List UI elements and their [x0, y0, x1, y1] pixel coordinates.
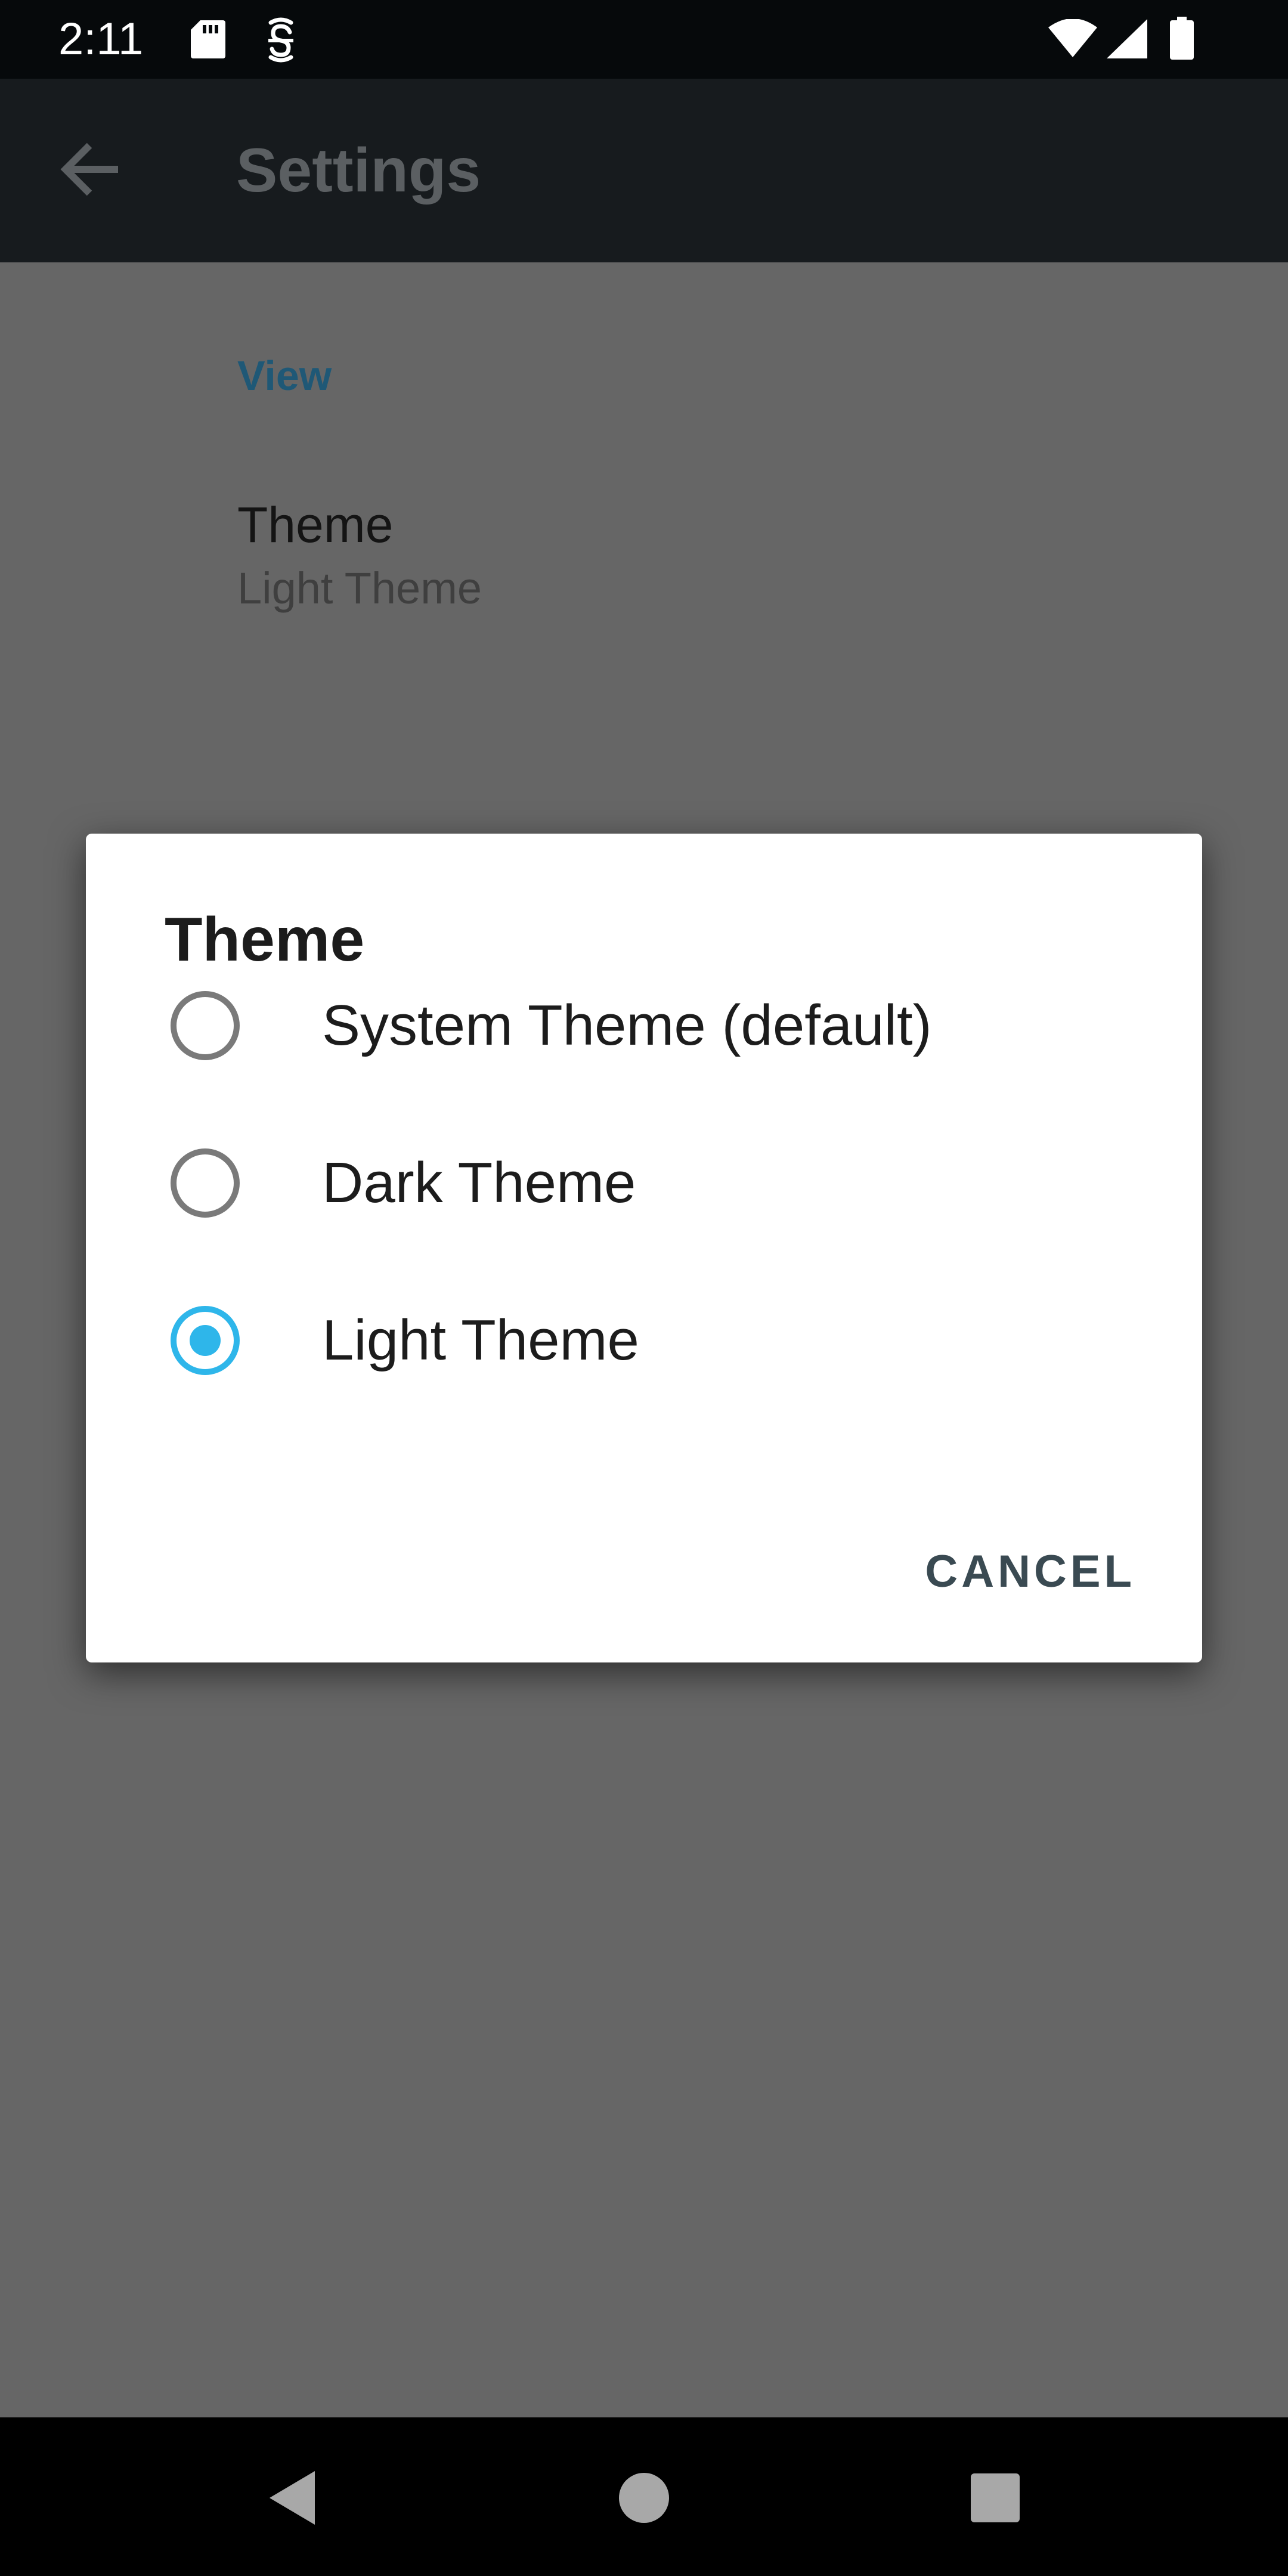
- option-system-theme[interactable]: System Theme (default): [86, 947, 1202, 1104]
- radio-button[interactable]: [171, 991, 240, 1060]
- sd-card-icon: [191, 20, 225, 58]
- page-title: Settings: [236, 136, 481, 205]
- radio-button[interactable]: [171, 1148, 240, 1218]
- battery-icon: [1170, 17, 1194, 60]
- nav-home-icon[interactable]: [599, 2453, 689, 2543]
- radio-selected-dot: [190, 1325, 221, 1356]
- option-label: Light Theme: [322, 1308, 639, 1372]
- cancel-button[interactable]: CANCEL: [918, 1536, 1143, 1608]
- arrow-back-icon: [60, 143, 118, 196]
- theme-dialog: Theme System Theme (default) Dark Theme …: [86, 834, 1202, 1662]
- nav-back-icon[interactable]: [246, 2453, 335, 2543]
- theme-preference-summary: Light Theme: [237, 564, 482, 613]
- section-header-view: View: [237, 352, 332, 399]
- status-bar: 2:11: [0, 0, 1288, 79]
- option-label: System Theme (default): [322, 993, 932, 1057]
- screen: 2:11 Settings View Theme Light Theme The…: [0, 0, 1288, 2576]
- navigation-bar: [0, 2417, 1288, 2576]
- theme-preference-title[interactable]: Theme: [237, 495, 393, 555]
- option-light-theme[interactable]: Light Theme: [86, 1262, 1202, 1419]
- app-bar: Settings: [0, 79, 1288, 262]
- nav-recents-icon[interactable]: [950, 2453, 1040, 2543]
- notification-app-icon: [268, 17, 293, 63]
- option-label: Dark Theme: [322, 1151, 636, 1215]
- back-button[interactable]: [48, 132, 137, 210]
- option-dark-theme[interactable]: Dark Theme: [86, 1104, 1202, 1262]
- wifi-icon: [1048, 19, 1097, 57]
- radio-button-selected[interactable]: [171, 1306, 240, 1375]
- cellular-signal-icon: [1107, 19, 1147, 58]
- status-time: 2:11: [58, 14, 144, 64]
